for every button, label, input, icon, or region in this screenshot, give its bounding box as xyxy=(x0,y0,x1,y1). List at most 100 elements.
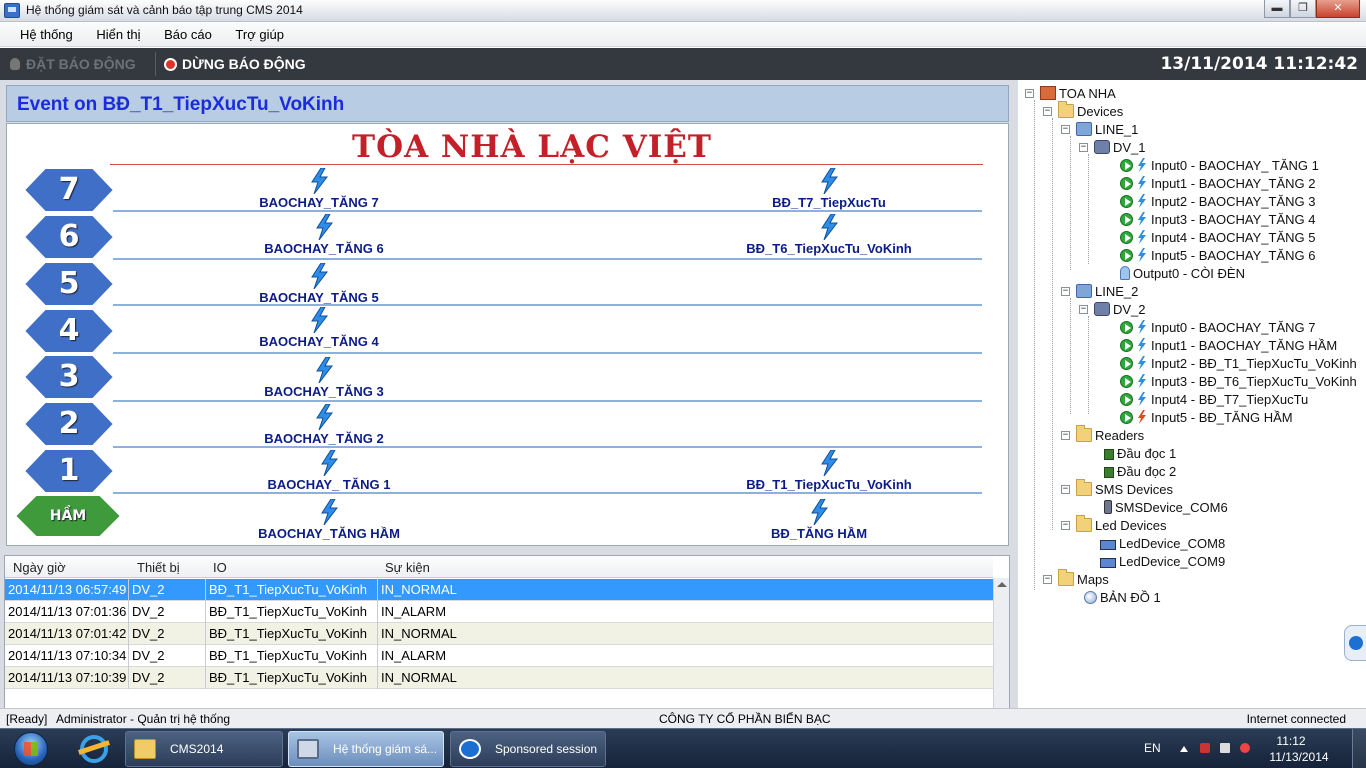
menu-he-thong[interactable]: Hệ thống xyxy=(10,23,83,46)
teamviewer-side-button[interactable] xyxy=(1344,625,1366,661)
sensor-baochay-5[interactable]: BAOCHAY_TĂNG 5 xyxy=(229,263,409,305)
column-header-device[interactable]: Thiết bị xyxy=(137,560,180,575)
sensor-label: BAOCHAY_TĂNG 4 xyxy=(259,334,379,349)
tree-node-dv1-input2[interactable]: Input2 - BAOCHAY_TĂNG 3 xyxy=(1120,194,1316,209)
menu-hien-thi[interactable]: Hiển thị xyxy=(86,23,150,46)
clock-time[interactable]: 11:12 xyxy=(1256,734,1326,748)
sensor-baochay-ham[interactable]: BAOCHAY_TĂNG HẦM xyxy=(234,499,424,541)
minimize-button[interactable]: ▬ xyxy=(1264,0,1290,18)
tree-node-dv2-input1[interactable]: Input1 - BAOCHAY_TĂNG HẦM xyxy=(1120,338,1337,353)
table-row[interactable]: 2014/11/13 07:01:42 DV_2 BĐ_T1_TiepXucTu… xyxy=(5,623,993,645)
sensor-bd-t6[interactable]: BĐ_T6_TiepXucTu_VoKinh xyxy=(724,214,934,256)
tree-node-line1[interactable]: − LINE_1 xyxy=(1061,122,1138,137)
sensor-baochay-6[interactable]: BAOCHAY_TĂNG 6 xyxy=(234,214,414,256)
sensor-baochay-2[interactable]: BAOCHAY_TĂNG 2 xyxy=(234,404,414,446)
collapse-toggle[interactable]: − xyxy=(1079,143,1088,152)
floor-badge-5[interactable]: 5 xyxy=(23,261,115,307)
collapse-toggle[interactable]: − xyxy=(1061,125,1070,134)
show-desktop-button[interactable] xyxy=(1352,729,1366,768)
tree-connector xyxy=(1088,154,1089,264)
floor-badge-1[interactable]: 1 xyxy=(23,448,115,494)
task-cms-window[interactable]: Hệ thống giám sá... xyxy=(288,731,444,767)
floor-badge-2[interactable]: 2 xyxy=(23,401,115,447)
tree-node-readers[interactable]: − Readers xyxy=(1061,425,1144,443)
maximize-button[interactable]: ❐ xyxy=(1290,0,1316,18)
table-row[interactable]: 2014/11/13 07:10:39 DV_2 BĐ_T1_TiepXucTu… xyxy=(5,667,993,689)
table-row[interactable]: 2014/11/13 07:10:34 DV_2 BĐ_T1_TiepXucTu… xyxy=(5,645,993,667)
tree-node-dv2[interactable]: − DV_2 xyxy=(1079,302,1146,317)
close-button[interactable]: ✕ xyxy=(1316,0,1360,18)
task-cms2014[interactable]: CMS2014 xyxy=(125,731,283,767)
collapse-toggle[interactable]: − xyxy=(1061,287,1070,296)
sensor-label: BAOCHAY_TĂNG HẦM xyxy=(258,526,400,541)
collapse-toggle[interactable]: − xyxy=(1043,575,1052,584)
stop-alarm-button[interactable]: DỪNG BÁO ĐỘNG xyxy=(164,56,306,72)
tree-node-led-com9[interactable]: LedDevice_COM9 xyxy=(1100,554,1225,569)
tree-node-dv1-input0[interactable]: Input0 - BAOCHAY_ TĂNG 1 xyxy=(1120,158,1319,173)
floor-badge-7[interactable]: 7 xyxy=(23,167,115,213)
table-row[interactable]: 2014/11/13 07:01:36 DV_2 BĐ_T1_TiepXucTu… xyxy=(5,601,993,623)
tree-node-dv2-input3[interactable]: Input3 - BĐ_T6_TiepXucTu_VoKinh xyxy=(1120,374,1357,389)
tree-node-map-1[interactable]: BẢN ĐỒ 1 xyxy=(1084,590,1161,605)
menu-bao-cao[interactable]: Báo cáo xyxy=(154,23,222,46)
sensor-baochay-1[interactable]: BAOCHAY_ TĂNG 1 xyxy=(239,450,419,492)
menu-tro-giup[interactable]: Trợ giúp xyxy=(225,23,294,46)
language-indicator[interactable]: EN xyxy=(1144,741,1161,755)
collapse-toggle[interactable]: − xyxy=(1061,431,1070,440)
start-button[interactable] xyxy=(6,731,56,767)
sensor-baochay-3[interactable]: BAOCHAY_TĂNG 3 xyxy=(234,357,414,399)
status-company: CÔNG TY CỔ PHẦN BIỂN BẠC xyxy=(659,712,831,726)
set-alarm-button[interactable]: ĐẶT BÁO ĐỘNG xyxy=(10,56,136,72)
tree-node-dv2-input0[interactable]: Input0 - BAOCHAY_TĂNG 7 xyxy=(1120,320,1316,335)
network-alert-icon[interactable] xyxy=(1200,743,1210,753)
sensor-bd-t1[interactable]: BĐ_T1_TiepXucTu_VoKinh xyxy=(724,450,934,492)
lightning-icon xyxy=(311,307,329,333)
sensor-bd-ham[interactable]: BĐ_TĂNG HẦM xyxy=(744,499,894,541)
collapse-toggle[interactable]: − xyxy=(1043,107,1052,116)
tree-node-root[interactable]: − TOA NHA xyxy=(1025,86,1116,101)
floor-badge-ham[interactable]: HẦM xyxy=(14,494,122,540)
sensor-baochay-7[interactable]: BAOCHAY_TĂNG 7 xyxy=(234,168,404,210)
floor-badge-4[interactable]: 4 xyxy=(23,308,115,354)
collapse-toggle[interactable]: − xyxy=(1061,521,1070,530)
tree-node-dv2-input2[interactable]: Input2 - BĐ_T1_TiepXucTu_VoKinh xyxy=(1120,356,1357,371)
internet-explorer-button[interactable] xyxy=(68,733,120,767)
tree-node-dv1-input1[interactable]: Input1 - BAOCHAY_TĂNG 2 xyxy=(1120,176,1316,191)
column-header-time[interactable]: Ngày giờ xyxy=(13,560,66,575)
signal-icon[interactable] xyxy=(1220,743,1230,753)
tree-node-dv1-input3[interactable]: Input3 - BAOCHAY_TĂNG 4 xyxy=(1120,212,1316,227)
tree-node-sms-com6[interactable]: SMSDevice_COM6 xyxy=(1104,500,1228,515)
volume-muted-icon[interactable] xyxy=(1240,743,1250,753)
scroll-up-icon[interactable] xyxy=(997,582,1007,587)
tree-node-dv1-input4[interactable]: Input4 - BAOCHAY_TĂNG 5 xyxy=(1120,230,1316,245)
floor-badge-6[interactable]: 6 xyxy=(23,214,115,260)
tree-node-dv2-input5[interactable]: Input5 - BĐ_TĂNG HẦM xyxy=(1120,410,1293,425)
task-sponsored-session[interactable]: Sponsored session xyxy=(450,731,606,767)
tree-node-line2[interactable]: − LINE_2 xyxy=(1061,284,1138,299)
clock-date[interactable]: 11/13/2014 xyxy=(1254,750,1344,764)
tree-node-reader-2[interactable]: Đầu đọc 2 xyxy=(1104,464,1176,479)
tree-node-dv1-output0[interactable]: Output0 - CÒI ĐÈN xyxy=(1120,266,1245,281)
tree-node-maps[interactable]: − Maps xyxy=(1043,569,1109,587)
tree-node-dv1[interactable]: − DV_1 xyxy=(1079,140,1146,155)
lightning-icon xyxy=(1138,320,1146,334)
sensor-label: BAOCHAY_TĂNG 7 xyxy=(259,195,379,210)
tree-node-dv2-input4[interactable]: Input4 - BĐ_T7_TiepXucTu xyxy=(1120,392,1308,407)
collapse-toggle[interactable]: − xyxy=(1025,89,1034,98)
show-hidden-icons[interactable] xyxy=(1180,746,1188,752)
tree-node-reader-1[interactable]: Đầu đọc 1 xyxy=(1104,446,1176,461)
sensor-baochay-4[interactable]: BAOCHAY_TĂNG 4 xyxy=(229,307,409,349)
tree-node-sms-devices[interactable]: − SMS Devices xyxy=(1061,479,1173,497)
tree-node-led-devices[interactable]: − Led Devices xyxy=(1061,515,1167,533)
tree-node-devices[interactable]: − Devices xyxy=(1043,101,1123,119)
collapse-toggle[interactable]: − xyxy=(1061,485,1070,494)
sensor-bd-t7[interactable]: BĐ_T7_TiepXucTu xyxy=(744,168,914,210)
column-header-event[interactable]: Sự kiện xyxy=(385,560,430,575)
collapse-toggle[interactable]: − xyxy=(1079,305,1088,314)
floor-badge-3[interactable]: 3 xyxy=(23,354,115,400)
tree-node-dv1-input5[interactable]: Input5 - BAOCHAY_TĂNG 6 xyxy=(1120,248,1316,263)
tree-label: Input0 - BAOCHAY_TĂNG 7 xyxy=(1151,320,1316,335)
tree-node-led-com8[interactable]: LedDevice_COM8 xyxy=(1100,536,1225,551)
column-header-io[interactable]: IO xyxy=(213,560,227,575)
table-row[interactable]: 2014/11/13 06:57:49 DV_2 BĐ_T1_TiepXucTu… xyxy=(5,579,993,601)
